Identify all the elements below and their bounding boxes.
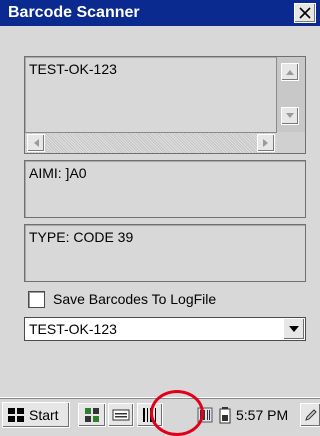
type-box: TYPE: CODE 39	[24, 224, 306, 282]
taskbar: Start 5:57 PM	[0, 397, 320, 431]
history-combobox-value: TEST-OK-123	[29, 321, 117, 337]
scroll-left-button[interactable]	[27, 134, 45, 152]
barcode-icon	[143, 408, 156, 422]
system-tray: 5:57 PM	[196, 403, 300, 427]
aimi-text: AIMI: ]A0	[29, 165, 87, 181]
app-icon	[85, 408, 99, 422]
history-combobox[interactable]: TEST-OK-123	[24, 317, 306, 341]
title-bar: Barcode Scanner	[0, 0, 320, 26]
aimi-box: AIMI: ]A0	[24, 160, 306, 218]
taskbar-barcode-app-button[interactable]	[137, 403, 163, 427]
save-log-checkbox[interactable]	[28, 290, 45, 308]
pencil-icon	[304, 409, 317, 421]
windows-logo-icon	[8, 408, 24, 422]
start-button[interactable]: Start	[2, 402, 70, 428]
save-log-label: Save Barcodes To LogFile	[53, 291, 217, 307]
battery-icon[interactable]	[218, 406, 232, 424]
arrow-up-icon	[286, 70, 294, 75]
arrow-left-icon	[34, 139, 39, 147]
barcode-text: TEST-OK-123	[29, 61, 117, 77]
close-button[interactable]	[294, 3, 316, 23]
close-icon	[299, 7, 311, 19]
clock[interactable]: 5:57 PM	[236, 407, 288, 423]
barcode-text-box[interactable]: TEST-OK-123	[24, 56, 306, 154]
chevron-down-icon	[289, 326, 299, 332]
scroll-right-button[interactable]	[257, 134, 275, 152]
taskbar-edit-button[interactable]	[300, 403, 320, 427]
start-label: Start	[29, 407, 59, 423]
type-text: TYPE: CODE 39	[29, 229, 134, 245]
combobox-dropdown-button[interactable]	[283, 318, 305, 340]
scrollbar-corner	[277, 132, 305, 153]
scroll-down-button[interactable]	[281, 107, 299, 125]
horizontal-scrollbar[interactable]	[25, 132, 278, 153]
arrow-down-icon	[286, 113, 294, 118]
taskbar-app-button-1[interactable]	[78, 403, 106, 427]
keyboard-icon	[112, 409, 130, 421]
save-log-checkbox-row[interactable]: Save Barcodes To LogFile	[28, 289, 216, 309]
barcode-scanner-tray-icon[interactable]	[196, 406, 214, 424]
arrow-right-icon	[263, 139, 268, 147]
taskbar-app-button-2[interactable]	[108, 403, 134, 427]
scroll-up-button[interactable]	[281, 63, 299, 81]
window-title: Barcode Scanner	[8, 4, 140, 21]
vertical-scrollbar[interactable]	[276, 57, 305, 133]
